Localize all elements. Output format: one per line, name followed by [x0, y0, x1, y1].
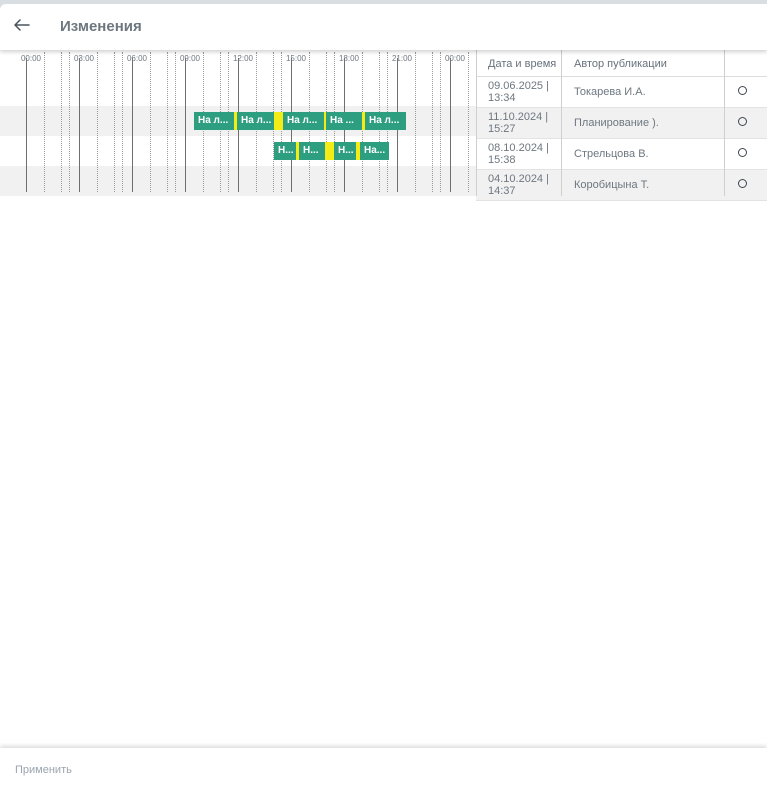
timeline-minor-gridline: [122, 52, 123, 192]
timeline-minor-gridline: [150, 52, 151, 192]
timeline-hour-label: 09:00: [179, 54, 201, 63]
timeline-event-bar[interactable]: На...: [360, 142, 389, 160]
datetime-cell: 09.06.2025 | 13:34: [488, 80, 549, 104]
back-button[interactable]: [10, 15, 34, 39]
select-radio[interactable]: [738, 117, 747, 126]
timeline-minor-gridline: [440, 52, 441, 192]
timeline-minor-gridline: [97, 52, 98, 192]
datetime-cell: 04.10.2024 | 14:37: [488, 173, 549, 197]
timeline-event-bar[interactable]: Н...: [299, 142, 325, 160]
select-radio[interactable]: [738, 148, 747, 157]
timeline-minor-gridline: [69, 52, 70, 192]
column-divider: [561, 50, 562, 196]
timeline-hour-label: 15:00: [285, 54, 307, 63]
column-header-author: Автор публикации: [574, 58, 667, 70]
timeline-minor-gridline: [44, 52, 45, 192]
timeline-hour-gridline: [26, 58, 27, 192]
timeline-hour-label: 06:00: [126, 54, 148, 63]
timeline-minor-gridline: [415, 52, 416, 192]
apply-button[interactable]: Применить: [15, 764, 72, 776]
timeline-gap-marker: [325, 142, 334, 160]
timeline-minor-gridline: [432, 52, 433, 192]
timeline-event-bar[interactable]: Н...: [334, 142, 356, 160]
timeline-hour-label: 12:00: [232, 54, 254, 63]
timeline-hour-gridline: [132, 58, 133, 192]
timeline-event-bar[interactable]: Н...: [274, 142, 296, 160]
select-radio[interactable]: [738, 86, 747, 95]
time-text: 15:38: [488, 154, 516, 166]
timeline-hour-label: 00:00: [444, 54, 466, 63]
time-text: 15:27: [488, 123, 516, 135]
timeline-event-bar[interactable]: На л...: [194, 112, 234, 130]
column-header-datetime: Дата и время: [488, 58, 557, 70]
changes-table: Дата и время Автор публикации 09.06.2025…: [476, 50, 767, 201]
timeline-minor-gridline: [167, 52, 168, 192]
timeline-minor-gridline: [175, 52, 176, 192]
date-text: 08.10.2024 |: [488, 142, 549, 154]
timeline-event-bar[interactable]: На л...: [283, 112, 324, 130]
timeline-hour-label: 03:00: [73, 54, 95, 63]
datetime-cell: 08.10.2024 | 15:38: [488, 142, 549, 166]
timeline-event-bar[interactable]: На ...: [326, 112, 362, 130]
footer: Применить: [0, 748, 767, 785]
time-text: 14:37: [488, 185, 516, 197]
changes-panel: Изменения 00:00 03:00 06:00 09:00 12:00 15:00…: [0, 4, 767, 785]
timeline-chart: 00:00 03:00 06:00 09:00 12:00 15:00 18:00 21:00…: [0, 50, 476, 196]
arrow-left-icon: [14, 18, 30, 36]
header: Изменения: [0, 4, 767, 50]
timeline-hour-gridline: [450, 58, 451, 192]
author-cell: Стрельцова В.: [574, 148, 649, 160]
author-cell: Планирование ).: [574, 117, 659, 129]
timeline-hour-label: 18:00: [338, 54, 360, 63]
timeline-hour-gridline: [79, 58, 80, 192]
timeline-minor-gridline: [61, 52, 62, 192]
timeline-hour-label: 21:00: [391, 54, 413, 63]
author-cell: Токарева И.А.: [574, 86, 646, 98]
timeline-event-bar[interactable]: На л...: [237, 112, 274, 130]
date-text: 11.10.2024 |: [488, 111, 549, 123]
column-divider: [476, 50, 477, 196]
time-text: 13:34: [488, 92, 516, 104]
timeline-minor-gridline: [114, 52, 115, 192]
timeline-event-bar[interactable]: На л...: [365, 112, 406, 130]
datetime-cell: 11.10.2024 | 15:27: [488, 111, 548, 135]
timeline-hour-gridline: [185, 58, 186, 192]
timeline-hour-label: 00:00: [20, 54, 42, 63]
column-divider: [724, 50, 725, 196]
page-title: Изменения: [60, 18, 142, 35]
date-text: 09.06.2025 |: [488, 80, 549, 92]
timeline-gap-marker: [274, 112, 283, 130]
date-text: 04.10.2024 |: [488, 173, 549, 185]
author-cell: Коробицына Т.: [574, 179, 650, 191]
timeline-minor-gridline: [468, 52, 469, 192]
select-radio[interactable]: [738, 179, 747, 188]
